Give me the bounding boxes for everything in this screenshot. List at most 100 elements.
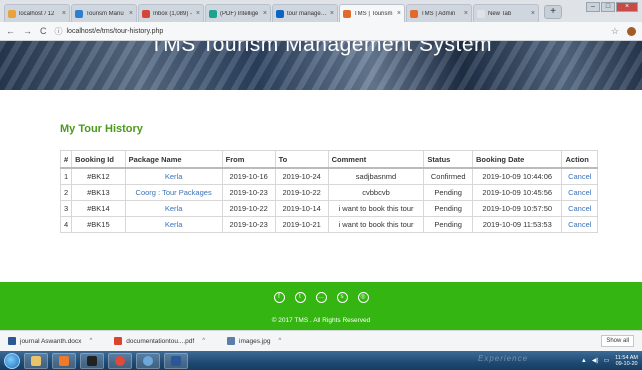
site-footer: f t … s ◎ © 2017 TMS . All Rights Reserv… <box>0 282 642 330</box>
download-filename: documentationtou....pdf <box>126 337 195 345</box>
cancel-link[interactable]: Cancel <box>561 216 598 233</box>
show-all-button[interactable]: Show all <box>601 335 634 347</box>
package-link[interactable]: Kerla <box>124 216 223 233</box>
package-link[interactable]: Kerla <box>124 200 223 217</box>
copyright-text: © 2017 TMS . All Rights Reserved <box>271 317 371 324</box>
tab-close-icon[interactable]: × <box>196 10 200 17</box>
site-info-icon[interactable]: ⓘ <box>55 26 63 37</box>
terminal-icon <box>87 355 97 366</box>
column-header: Action <box>561 150 598 169</box>
clock[interactable]: 11:54 AM 09-10-20 <box>615 355 638 367</box>
clock-time: 11:54 AM <box>615 354 638 361</box>
cancel-link[interactable]: Cancel <box>561 200 598 217</box>
row-number: 1 <box>59 167 73 185</box>
chevron-up-icon[interactable]: ^ <box>89 338 92 344</box>
minimize-icon[interactable]: – <box>586 2 600 12</box>
booking-date: 2019-10-09 11:53:53 <box>471 216 563 233</box>
taskbar-app[interactable] <box>164 352 188 369</box>
taskbar-app[interactable] <box>24 352 48 369</box>
tab-close-icon[interactable]: × <box>129 10 133 17</box>
banner-title: TMS Tourism Management System <box>149 41 493 56</box>
tray-arrow-icon[interactable]: ▲ <box>581 358 587 364</box>
comment: sadjbasnmd <box>327 167 425 185</box>
column-header: # <box>59 150 73 169</box>
back-arrow-icon[interactable]: ← <box>6 26 15 36</box>
bookmark-star-icon[interactable]: ☆ <box>611 26 619 37</box>
chat-icon[interactable]: … <box>315 292 327 303</box>
volume-icon[interactable]: ◀) <box>592 357 599 364</box>
extension-icon[interactable] <box>627 26 636 36</box>
forward-arrow-icon[interactable]: → <box>23 26 32 36</box>
tab-label: localhost / 12 <box>19 10 55 17</box>
from-date: 2019-10-16 <box>221 167 276 185</box>
skype-icon[interactable]: s <box>336 292 348 303</box>
twitter-icon[interactable]: t <box>294 292 306 303</box>
facebook-icon[interactable]: f <box>273 292 285 303</box>
cancel-link[interactable]: Cancel <box>561 167 598 185</box>
tab-close-icon[interactable]: × <box>531 10 535 17</box>
browser-tab[interactable]: TMS | Admin × <box>406 4 472 22</box>
from-date: 2019-10-22 <box>221 200 276 217</box>
taskbar-app[interactable] <box>108 352 132 369</box>
cancel-link[interactable]: Cancel <box>561 184 598 201</box>
address-bar-actions: ☆ <box>611 26 636 37</box>
download-item[interactable]: documentationtou....pdf ^ <box>114 337 205 345</box>
browser-tab-active[interactable]: TMS | Tourism × <box>339 4 405 22</box>
network-icon[interactable]: ▭ <box>603 357 609 364</box>
chevron-up-icon[interactable]: ^ <box>202 338 205 344</box>
package-link[interactable]: Coorg : Tour Packages <box>124 184 223 201</box>
browser-tab[interactable]: (PDF) Intellige × <box>205 4 271 22</box>
download-item[interactable]: images.jpg ^ <box>227 337 281 345</box>
booking-id: #BK15 <box>71 216 126 233</box>
table-row: 3 #BK14 Kerla 2019-10-22 2019-10-14 i wa… <box>59 200 598 217</box>
to-date: 2019-10-24 <box>274 167 329 185</box>
booking-id: #BK13 <box>71 184 126 201</box>
download-item[interactable]: journal Aswanth.docx ^ <box>8 337 92 345</box>
tab-favicon-icon <box>276 9 284 18</box>
word-document-icon <box>8 337 16 345</box>
browser-tab[interactable]: tour manageme × <box>272 4 338 22</box>
taskbar-app[interactable] <box>80 352 104 369</box>
comment: cvbbcvb <box>327 184 425 201</box>
reload-icon[interactable]: C <box>40 26 47 36</box>
tab-favicon-icon <box>477 9 485 18</box>
clock-date: 09-10-20 <box>615 360 638 367</box>
url-field[interactable]: localhost/e/tms/tour-history.php <box>67 28 164 35</box>
xampp-icon <box>59 355 69 366</box>
column-header: Comment <box>327 150 425 169</box>
package-link[interactable]: Kerla <box>124 167 223 185</box>
instagram-icon[interactable]: ◎ <box>357 292 369 303</box>
tab-close-icon[interactable]: × <box>330 10 334 17</box>
browser-tab[interactable]: localhost / 12 × <box>4 4 70 22</box>
booking-date: 2019-10-09 10:57:50 <box>471 200 563 217</box>
close-window-icon[interactable]: × <box>616 2 638 12</box>
tab-close-icon[interactable]: × <box>263 10 267 17</box>
tab-close-icon[interactable]: × <box>464 10 468 17</box>
new-tab-button[interactable]: + <box>544 5 562 19</box>
to-date: 2019-10-21 <box>274 216 329 233</box>
browser-tab[interactable]: Inbox (1,089) - × <box>138 4 204 22</box>
chevron-up-icon[interactable]: ^ <box>278 338 281 344</box>
wallpaper-watermark: Experience <box>478 354 529 363</box>
tab-label: tour manageme <box>287 10 328 17</box>
browser-tab-strip: localhost / 12 × Tourism Manu × Inbox (1,0… <box>0 0 642 22</box>
table-row: 4 #BK15 Kerla 2019-10-23 2019-10-21 i wa… <box>59 216 598 233</box>
tab-favicon-icon <box>343 9 351 18</box>
tab-favicon-icon <box>410 9 418 18</box>
start-button-icon[interactable] <box>4 352 20 369</box>
tab-label: TMS | Tourism <box>354 10 393 17</box>
from-date: 2019-10-23 <box>221 216 276 233</box>
word-icon <box>171 355 181 366</box>
tab-label: New Tab <box>488 10 512 17</box>
taskbar-app[interactable] <box>52 352 76 369</box>
taskbar-app[interactable] <box>136 352 160 369</box>
from-date: 2019-10-23 <box>221 184 276 201</box>
browser-tab[interactable]: New Tab × <box>473 4 539 22</box>
browser-tab[interactable]: Tourism Manu × <box>71 4 137 22</box>
tab-close-icon[interactable]: × <box>397 10 401 17</box>
row-number: 4 <box>59 216 73 233</box>
windows-taskbar: Experience ▲ ◀) ▭ 11:54 AM 09-10-20 <box>0 351 642 370</box>
tab-close-icon[interactable]: × <box>62 10 66 17</box>
to-date: 2019-10-14 <box>274 200 329 217</box>
maximize-icon[interactable]: □ <box>601 2 615 12</box>
